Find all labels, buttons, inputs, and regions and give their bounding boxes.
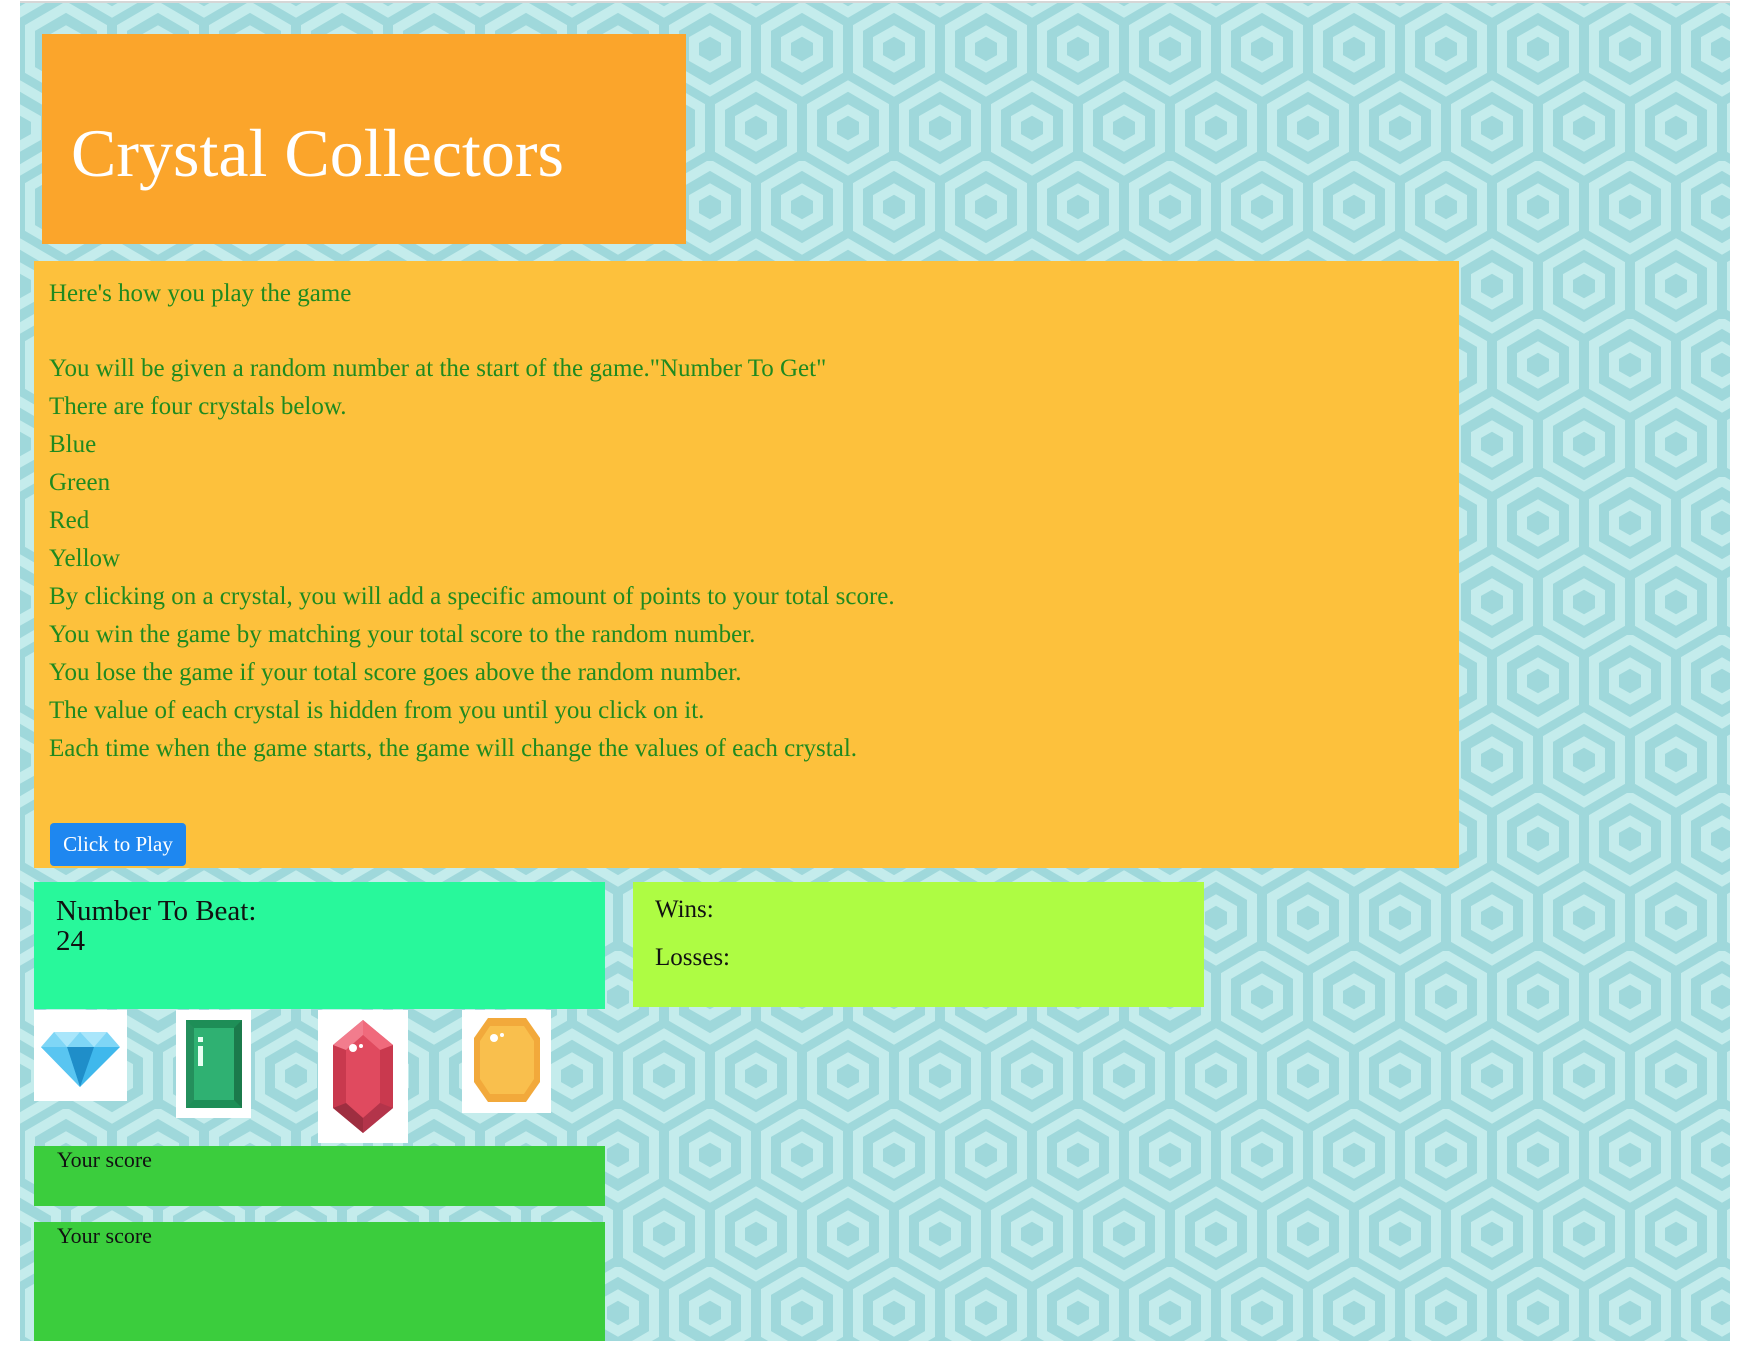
red-ruby-icon: [333, 1020, 393, 1133]
instruction-line: Each time when the game starts, the game…: [49, 735, 858, 762]
blue-diamond-icon: [41, 1032, 120, 1087]
instruction-line: Red: [49, 507, 90, 534]
instruction-line: There are four crystals below.: [49, 393, 347, 420]
instruction-line: Blue: [49, 431, 97, 458]
game-title: Crystal Collectors: [71, 115, 564, 191]
instruction-line: The value of each crystal is hidden from…: [49, 697, 705, 724]
number-to-beat-panel: Number To Beat: 24: [34, 882, 605, 1009]
your-score-label: Your score: [57, 1223, 152, 1248]
blue-crystal-button[interactable]: [34, 1010, 127, 1101]
yellow-crystal-button[interactable]: [462, 1010, 551, 1113]
game-page: Crystal Collectors Here's how you play t…: [20, 1, 1730, 1341]
score-panel: Your score: [34, 1222, 605, 1341]
instruction-line: You will be given a random number at the…: [49, 355, 827, 382]
green-crystal-button[interactable]: [176, 1010, 251, 1118]
instruction-line: By clicking on a crystal, you will add a…: [49, 583, 895, 610]
green-emerald-icon: [186, 1020, 242, 1108]
yellow-gem-icon: [474, 1018, 540, 1102]
number-to-beat-label: Number To Beat:: [56, 895, 257, 927]
instruction-line: Yellow: [49, 545, 121, 572]
instruction-line: You lose the game if your total score go…: [49, 659, 742, 686]
wins-losses-panel: Wins: Losses:: [633, 882, 1204, 1007]
instruction-line: You win the game by matching your total …: [49, 621, 756, 648]
instructions-panel: Here's how you play the game You will be…: [34, 261, 1459, 868]
instruction-line: Green: [49, 469, 111, 496]
your-score-label: Your score: [57, 1147, 152, 1172]
title-banner: Crystal Collectors: [42, 34, 686, 244]
wins-label: Wins:: [655, 896, 714, 923]
number-to-beat-value: 24: [56, 925, 85, 957]
instructions-heading: Here's how you play the game: [49, 280, 352, 307]
click-to-play-button[interactable]: Click to Play: [50, 823, 186, 866]
score-panel: Your score: [34, 1146, 605, 1206]
losses-label: Losses:: [655, 944, 730, 971]
red-crystal-button[interactable]: [318, 1010, 408, 1143]
